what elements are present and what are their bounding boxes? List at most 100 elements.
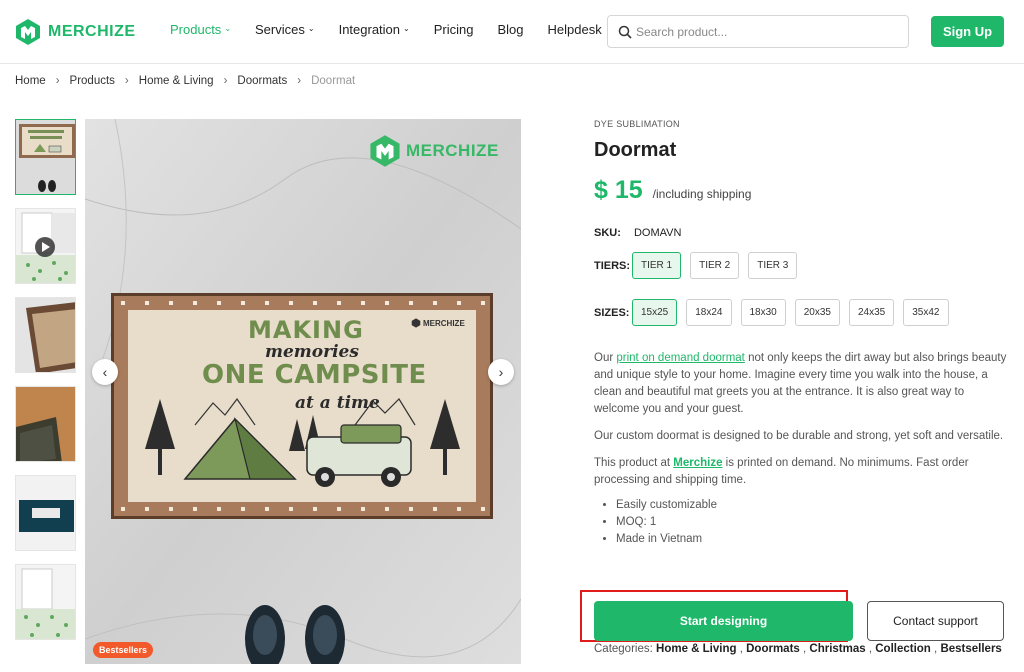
contact-support-button[interactable]: Contact support <box>867 601 1004 641</box>
brand-logo[interactable]: MERCHIZE <box>14 18 136 46</box>
print-on-demand-doormat-link[interactable]: print on demand doormat <box>616 352 745 364</box>
desc3-pre: This product at <box>594 457 674 469</box>
thumbnail-image <box>16 476 75 550</box>
thumbnail-image <box>16 298 75 372</box>
breadcrumb-doormats[interactable]: Doormats <box>237 75 287 87</box>
chevron-down-icon: ⌄ <box>403 24 410 33</box>
desc1-pre: Our <box>594 352 617 364</box>
sku-row: SKU: DOMAVN <box>594 227 1009 239</box>
start-designing-button[interactable]: Start designing <box>594 601 853 641</box>
size-option-35x42[interactable]: 35x42 <box>903 299 949 326</box>
breadcrumb-separator: › <box>223 75 228 87</box>
tiers-row: TIERS: TIER 1 TIER 2 TIER 3 <box>594 252 1009 279</box>
price-row: $ 15 /including shipping <box>594 176 1009 205</box>
watermark-logo: MERCHIZE <box>368 134 499 168</box>
category-link[interactable]: Doormats <box>746 643 800 655</box>
search-input[interactable] <box>636 24 896 39</box>
categories: Categories: Home & Living , Doormats , C… <box>594 643 1002 655</box>
thumbnail-image <box>16 387 75 461</box>
list-item: Easily customizable <box>616 497 1009 514</box>
price-note: /including shipping <box>652 187 752 201</box>
size-option-18x30[interactable]: 18x30 <box>740 299 786 326</box>
category-link[interactable]: Collection <box>875 643 931 655</box>
nav-blog[interactable]: Blog <box>497 22 523 37</box>
merchize-logo-icon <box>370 135 400 167</box>
product-info: DYE SUBLIMATION Doormat $ 15 /including … <box>580 119 1009 655</box>
nav-pricing[interactable]: Pricing <box>434 22 474 37</box>
categories-label: Categories: <box>594 643 653 655</box>
feature-list: Easily customizable MOQ: 1 Made in Vietn… <box>616 497 1009 548</box>
thumbnail-5[interactable] <box>15 475 76 551</box>
category-link[interactable]: Home & Living <box>656 643 737 655</box>
nav-products-label: Products <box>170 22 222 37</box>
category-link[interactable]: Bestsellers <box>940 643 1001 655</box>
breadcrumb-home-living[interactable]: Home & Living <box>139 75 214 87</box>
doormat-photo <box>85 119 521 664</box>
search-icon <box>618 25 632 39</box>
sizes-row: SIZES: 15x25 18x24 18x30 20x35 24x35 35x… <box>594 299 1009 326</box>
size-option-15x25[interactable]: 15x25 <box>632 299 678 326</box>
mat-logo-text: MERCHIZE <box>423 318 465 328</box>
play-icon <box>35 237 55 257</box>
nav-helpdesk-label: Helpdesk <box>547 22 602 37</box>
nav-services[interactable]: Services ⌄ <box>255 22 315 37</box>
breadcrumb-separator: › <box>124 75 129 87</box>
thumbnail-1[interactable] <box>15 119 76 195</box>
mat-logo: MERCHIZE <box>411 318 465 328</box>
tier-option-1[interactable]: TIER 1 <box>632 252 682 279</box>
sign-up-button[interactable]: Sign Up <box>931 16 1004 47</box>
thumbnail-list <box>15 119 77 653</box>
breadcrumb-separator: › <box>55 75 60 87</box>
cta-row: Start designing Contact support <box>580 590 1010 642</box>
tier-option-2[interactable]: TIER 2 <box>690 252 740 279</box>
nav-integration-label: Integration <box>338 22 401 37</box>
thumbnail-image <box>16 565 75 639</box>
nav-blog-label: Blog <box>497 22 524 37</box>
nav-integration[interactable]: Integration ⌄ <box>339 22 410 37</box>
thumbnail-3[interactable] <box>15 297 76 373</box>
thumbnail-image <box>16 120 75 194</box>
main-nav: Products ⌄ Services ⌄ Integration ⌄ Pricing… <box>170 22 626 37</box>
size-option-20x35[interactable]: 20x35 <box>794 299 840 326</box>
search-box[interactable] <box>607 15 909 48</box>
tiers-label: TIERS: <box>594 259 631 272</box>
brand-name: MERCHIZE <box>48 23 136 40</box>
mat-text-line-4: at a time <box>295 393 380 413</box>
size-option-18x24[interactable]: 18x24 <box>686 299 732 326</box>
breadcrumb-home[interactable]: Home <box>15 75 46 87</box>
next-image-button[interactable]: › <box>488 359 514 385</box>
nav-services-label: Services <box>255 22 305 37</box>
mat-text-line-3: ONE CAMPSITE <box>202 360 427 390</box>
nav-helpdesk[interactable]: Helpdesk <box>548 22 602 37</box>
mat-text-line-2: memories <box>265 342 359 362</box>
category-link[interactable]: Christmas <box>809 643 865 655</box>
thumbnail-6[interactable] <box>15 564 76 640</box>
description-paragraph-2: Our custom doormat is designed to be dur… <box>594 430 1004 442</box>
thumbnail-4[interactable] <box>15 386 76 462</box>
site-header: MERCHIZE Products ⌄ Services ⌄ Integration… <box>0 0 1024 64</box>
breadcrumb: Home › Products › Home & Living › Doormats ›… <box>15 75 355 87</box>
product-title: Doormat <box>594 139 677 161</box>
merchize-logo-icon <box>16 19 40 45</box>
main-product-image: MAKING memories ONE CAMPSITE at a time M… <box>85 119 521 664</box>
merchize-link[interactable]: Merchize <box>673 457 722 469</box>
bestseller-badge: Bestsellers <box>93 642 154 658</box>
tier-option-3[interactable]: TIER 3 <box>748 252 798 279</box>
nav-products[interactable]: Products ⌄ <box>170 22 231 37</box>
thumbnail-video[interactable] <box>15 208 76 284</box>
watermark-text: MERCHIZE <box>406 141 499 160</box>
chevron-down-icon: ⌄ <box>224 24 232 33</box>
prev-image-button[interactable]: ‹ <box>92 359 118 385</box>
product-eyebrow: DYE SUBLIMATION <box>594 119 680 129</box>
product-price: $ 15 <box>594 176 643 204</box>
breadcrumb-current: Doormat <box>311 75 356 87</box>
sku-value: DOMAVN <box>633 227 682 239</box>
size-option-24x35[interactable]: 24x35 <box>849 299 895 326</box>
description-paragraph-3: This product at Merchize is printed on d… <box>594 455 1009 489</box>
breadcrumb-products[interactable]: Products <box>70 75 115 87</box>
list-item: MOQ: 1 <box>616 514 1009 531</box>
chevron-left-icon: ‹ <box>102 364 108 380</box>
product-description: Our print on demand doormat not only kee… <box>594 350 1009 489</box>
breadcrumb-separator: › <box>297 75 302 87</box>
sku-label: SKU: <box>594 227 621 239</box>
